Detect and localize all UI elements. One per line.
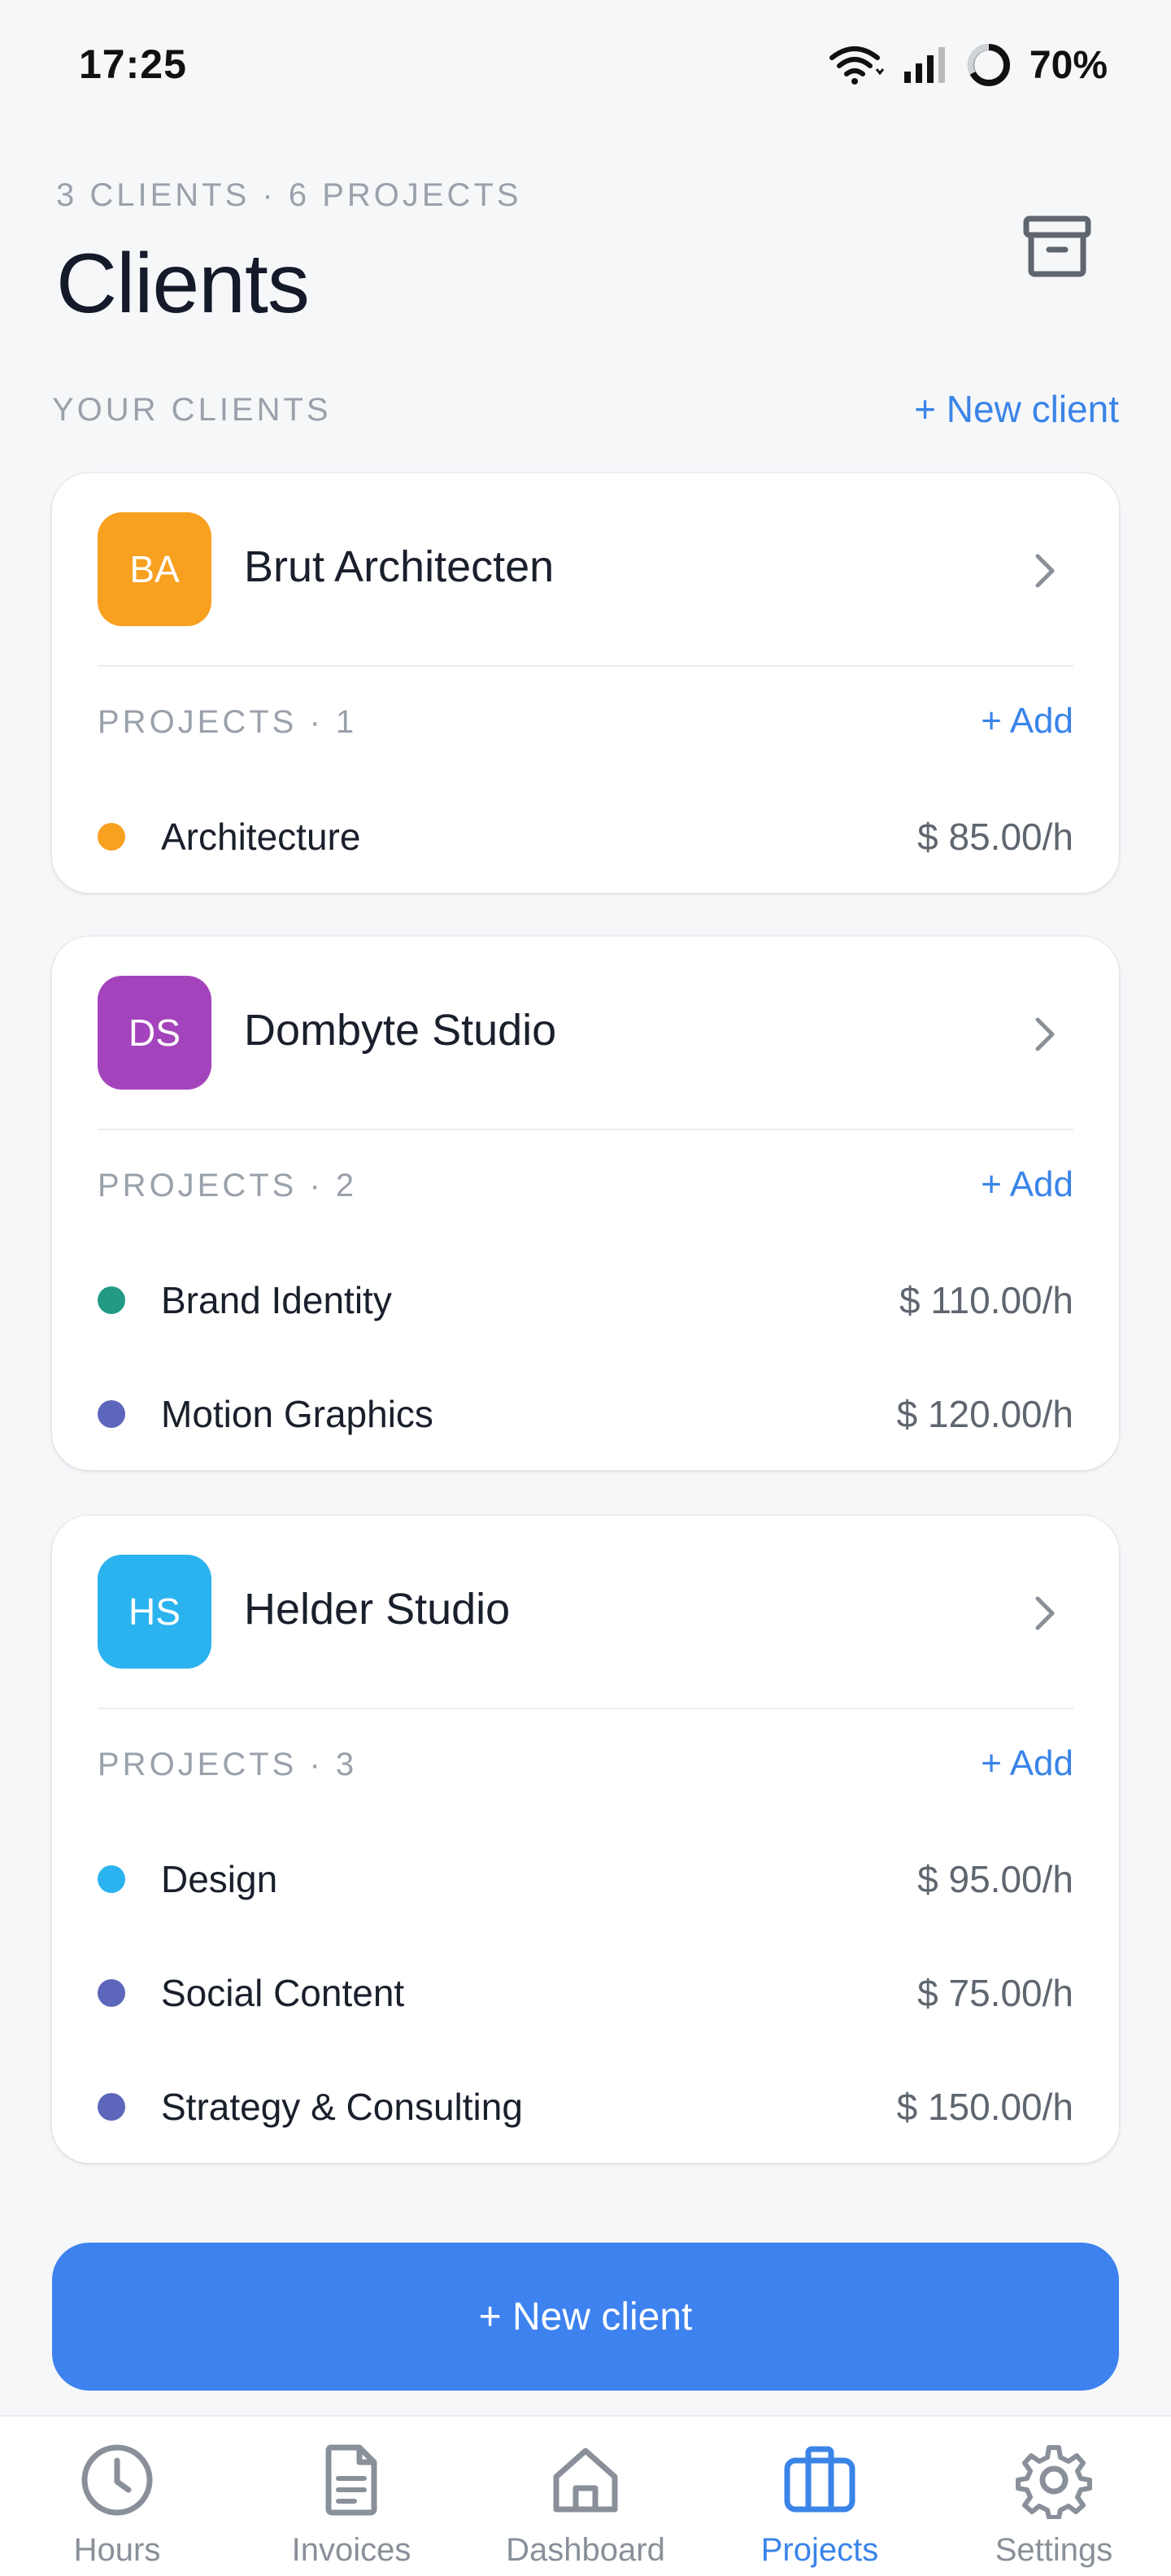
nav-item-dashboard[interactable]: Dashboard [468,2417,703,2576]
project-color-dot [98,1400,125,1428]
nav-item-invoices[interactable]: Invoices [234,2417,468,2576]
nav-label: Settings [995,2532,1113,2568]
project-rate: $ 85.00/h [917,816,1073,858]
page-title: Clients [56,237,310,331]
add-project-button[interactable]: + Add [981,1743,1073,1784]
document-icon [325,2444,377,2516]
status-bar: 17:25 70% [0,0,1171,130]
nav-item-hours[interactable]: Hours [0,2417,234,2576]
client-avatar: HS [98,1555,211,1669]
bottom-nav: Hours Invoices Dashboard Projects Settin… [0,2415,1171,2576]
add-project-button[interactable]: + Add [981,1164,1073,1205]
client-name: Dombyte Studio [244,1006,557,1055]
client-avatar: BA [98,512,211,626]
nav-label: Invoices [291,2532,411,2568]
nav-item-projects[interactable]: Projects [703,2417,937,2576]
projects-header: PROJECTS · 1 + Add [98,667,1073,781]
client-card: HS Helder Studio PROJECTS · 3 + Add Desi… [52,1516,1119,2163]
project-row[interactable]: Motion Graphics $ 120.00/h [98,1358,1073,1472]
archive-icon [1023,215,1091,277]
chevron-right-icon [1035,554,1055,588]
client-header[interactable]: DS Dombyte Studio [98,937,1073,1130]
client-name: Helder Studio [244,1585,511,1634]
briefcase-icon [784,2446,855,2513]
project-name: Strategy & Consulting [161,2086,523,2128]
project-rate: $ 75.00/h [917,1972,1073,2014]
project-rate: $ 95.00/h [917,1858,1073,1900]
clients-summary: 3 CLIENTS · 6 PROJECTS [56,177,522,213]
project-color-dot [98,1865,125,1893]
project-rate: $ 120.00/h [896,1393,1073,1435]
new-client-link[interactable]: + New client [914,387,1119,431]
project-color-dot [98,1286,125,1314]
client-name: Brut Architecten [244,542,555,591]
projects-label: PROJECTS · 3 [98,1747,358,1782]
clients-screen: 17:25 70% 3 CLIENTS · 6 PROJECTS Clients… [0,0,1171,2576]
client-card: BA Brut Architecten PROJECTS · 1 + Add A… [52,473,1119,893]
chevron-right-icon [1035,1596,1055,1630]
signal-icon [903,47,945,83]
battery-icon [967,43,1010,86]
client-avatar: DS [98,976,211,1090]
project-color-dot [98,2093,125,2121]
chevron-right-icon [1035,1017,1055,1051]
projects-header: PROJECTS · 2 + Add [98,1130,1073,1244]
client-header[interactable]: BA Brut Architecten [98,473,1073,667]
project-color-dot [98,823,125,851]
battery-percentage: 70% [1029,43,1108,87]
status-icons: 70% [828,41,1108,89]
project-row[interactable]: Social Content $ 75.00/h [98,1937,1073,2051]
project-row[interactable]: Architecture $ 85.00/h [98,781,1073,894]
project-name: Architecture [161,816,361,858]
project-color-dot [98,1979,125,2007]
home-icon [553,2448,618,2513]
nav-label: Dashboard [506,2532,665,2568]
projects-label: PROJECTS · 1 [98,704,358,740]
gear-icon [1016,2445,1092,2519]
client-card: DS Dombyte Studio PROJECTS · 2 + Add Bra… [52,937,1119,1470]
project-row[interactable]: Brand Identity $ 110.00/h [98,1244,1073,1358]
new-client-button[interactable]: + New client [52,2243,1119,2391]
add-project-button[interactable]: + Add [981,701,1073,742]
project-name: Social Content [161,1972,405,2014]
nav-label: Hours [73,2532,161,2568]
nav-label: Projects [760,2532,879,2568]
project-rate: $ 150.00/h [896,2086,1073,2128]
archive-button[interactable] [1016,210,1098,283]
project-name: Motion Graphics [161,1393,433,1435]
section-label: YOUR CLIENTS [52,392,332,428]
projects-header: PROJECTS · 3 + Add [98,1709,1073,1823]
project-row[interactable]: Strategy & Consulting $ 150.00/h [98,2051,1073,2165]
projects-label: PROJECTS · 2 [98,1168,358,1203]
clock-icon [81,2444,153,2516]
project-row[interactable]: Design $ 95.00/h [98,1823,1073,1937]
project-name: Design [161,1858,278,1900]
project-name: Brand Identity [161,1279,392,1321]
client-header[interactable]: HS Helder Studio [98,1516,1073,1709]
wifi-icon [829,46,885,85]
nav-item-settings[interactable]: Settings [937,2417,1171,2576]
status-time: 17:25 [79,41,187,87]
project-rate: $ 110.00/h [899,1279,1073,1321]
